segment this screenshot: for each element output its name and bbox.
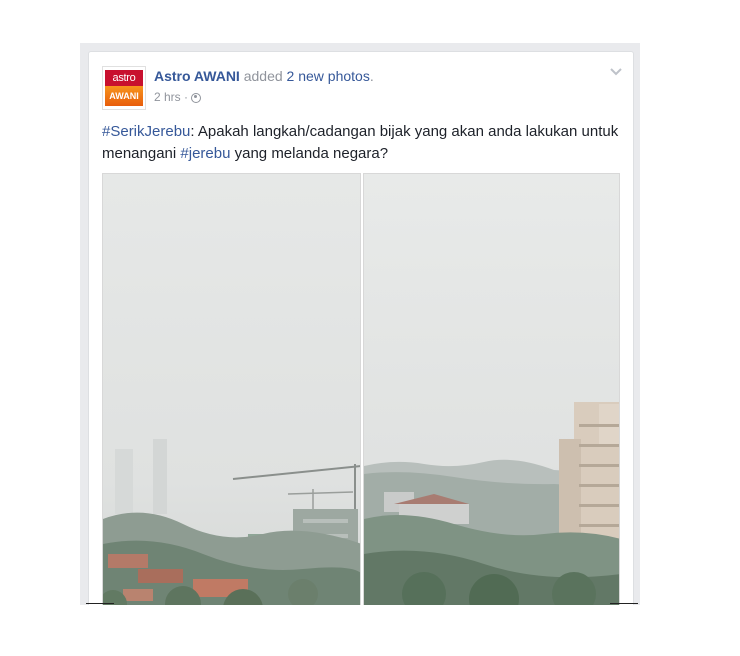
logo-bottom: AWANI: [105, 86, 143, 106]
hashtag-jerebu[interactable]: #jerebu: [180, 145, 230, 162]
hazy-towers-photo: [364, 174, 619, 605]
page-avatar[interactable]: astro AWANI: [102, 66, 146, 110]
post-header: Astro AWANI added 2 new photos.: [154, 68, 374, 84]
page-name-link[interactable]: Astro AWANI: [154, 68, 240, 84]
photo-2[interactable]: [363, 173, 620, 605]
post-text-part-2: yang melanda negara?: [230, 145, 389, 162]
photo-1[interactable]: [102, 173, 361, 605]
hazy-city-photo: [103, 174, 360, 605]
meta-separator: ·: [184, 90, 189, 104]
hashtag-serikjerebu[interactable]: #SerikJerebu: [102, 123, 190, 140]
chevron-down-icon[interactable]: [609, 66, 623, 78]
action-suffix: .: [369, 68, 374, 84]
photos-link[interactable]: 2 new photos: [287, 68, 370, 84]
logo-top: astro: [105, 70, 143, 86]
post-card: astro AWANI Astro AWANI added 2 new phot…: [88, 51, 634, 605]
action-prefix: added: [243, 68, 283, 84]
feed-frame: astro AWANI Astro AWANI added 2 new phot…: [80, 43, 640, 605]
post-meta: 2 hrs ·: [154, 90, 202, 104]
timestamp-link[interactable]: 2 hrs: [154, 90, 181, 104]
frame-edge-right: [610, 603, 638, 604]
globe-icon[interactable]: [191, 93, 202, 103]
post-text: #SerikJerebu: Apakah langkah/cadangan bi…: [102, 121, 622, 165]
frame-edge-left: [86, 603, 114, 604]
